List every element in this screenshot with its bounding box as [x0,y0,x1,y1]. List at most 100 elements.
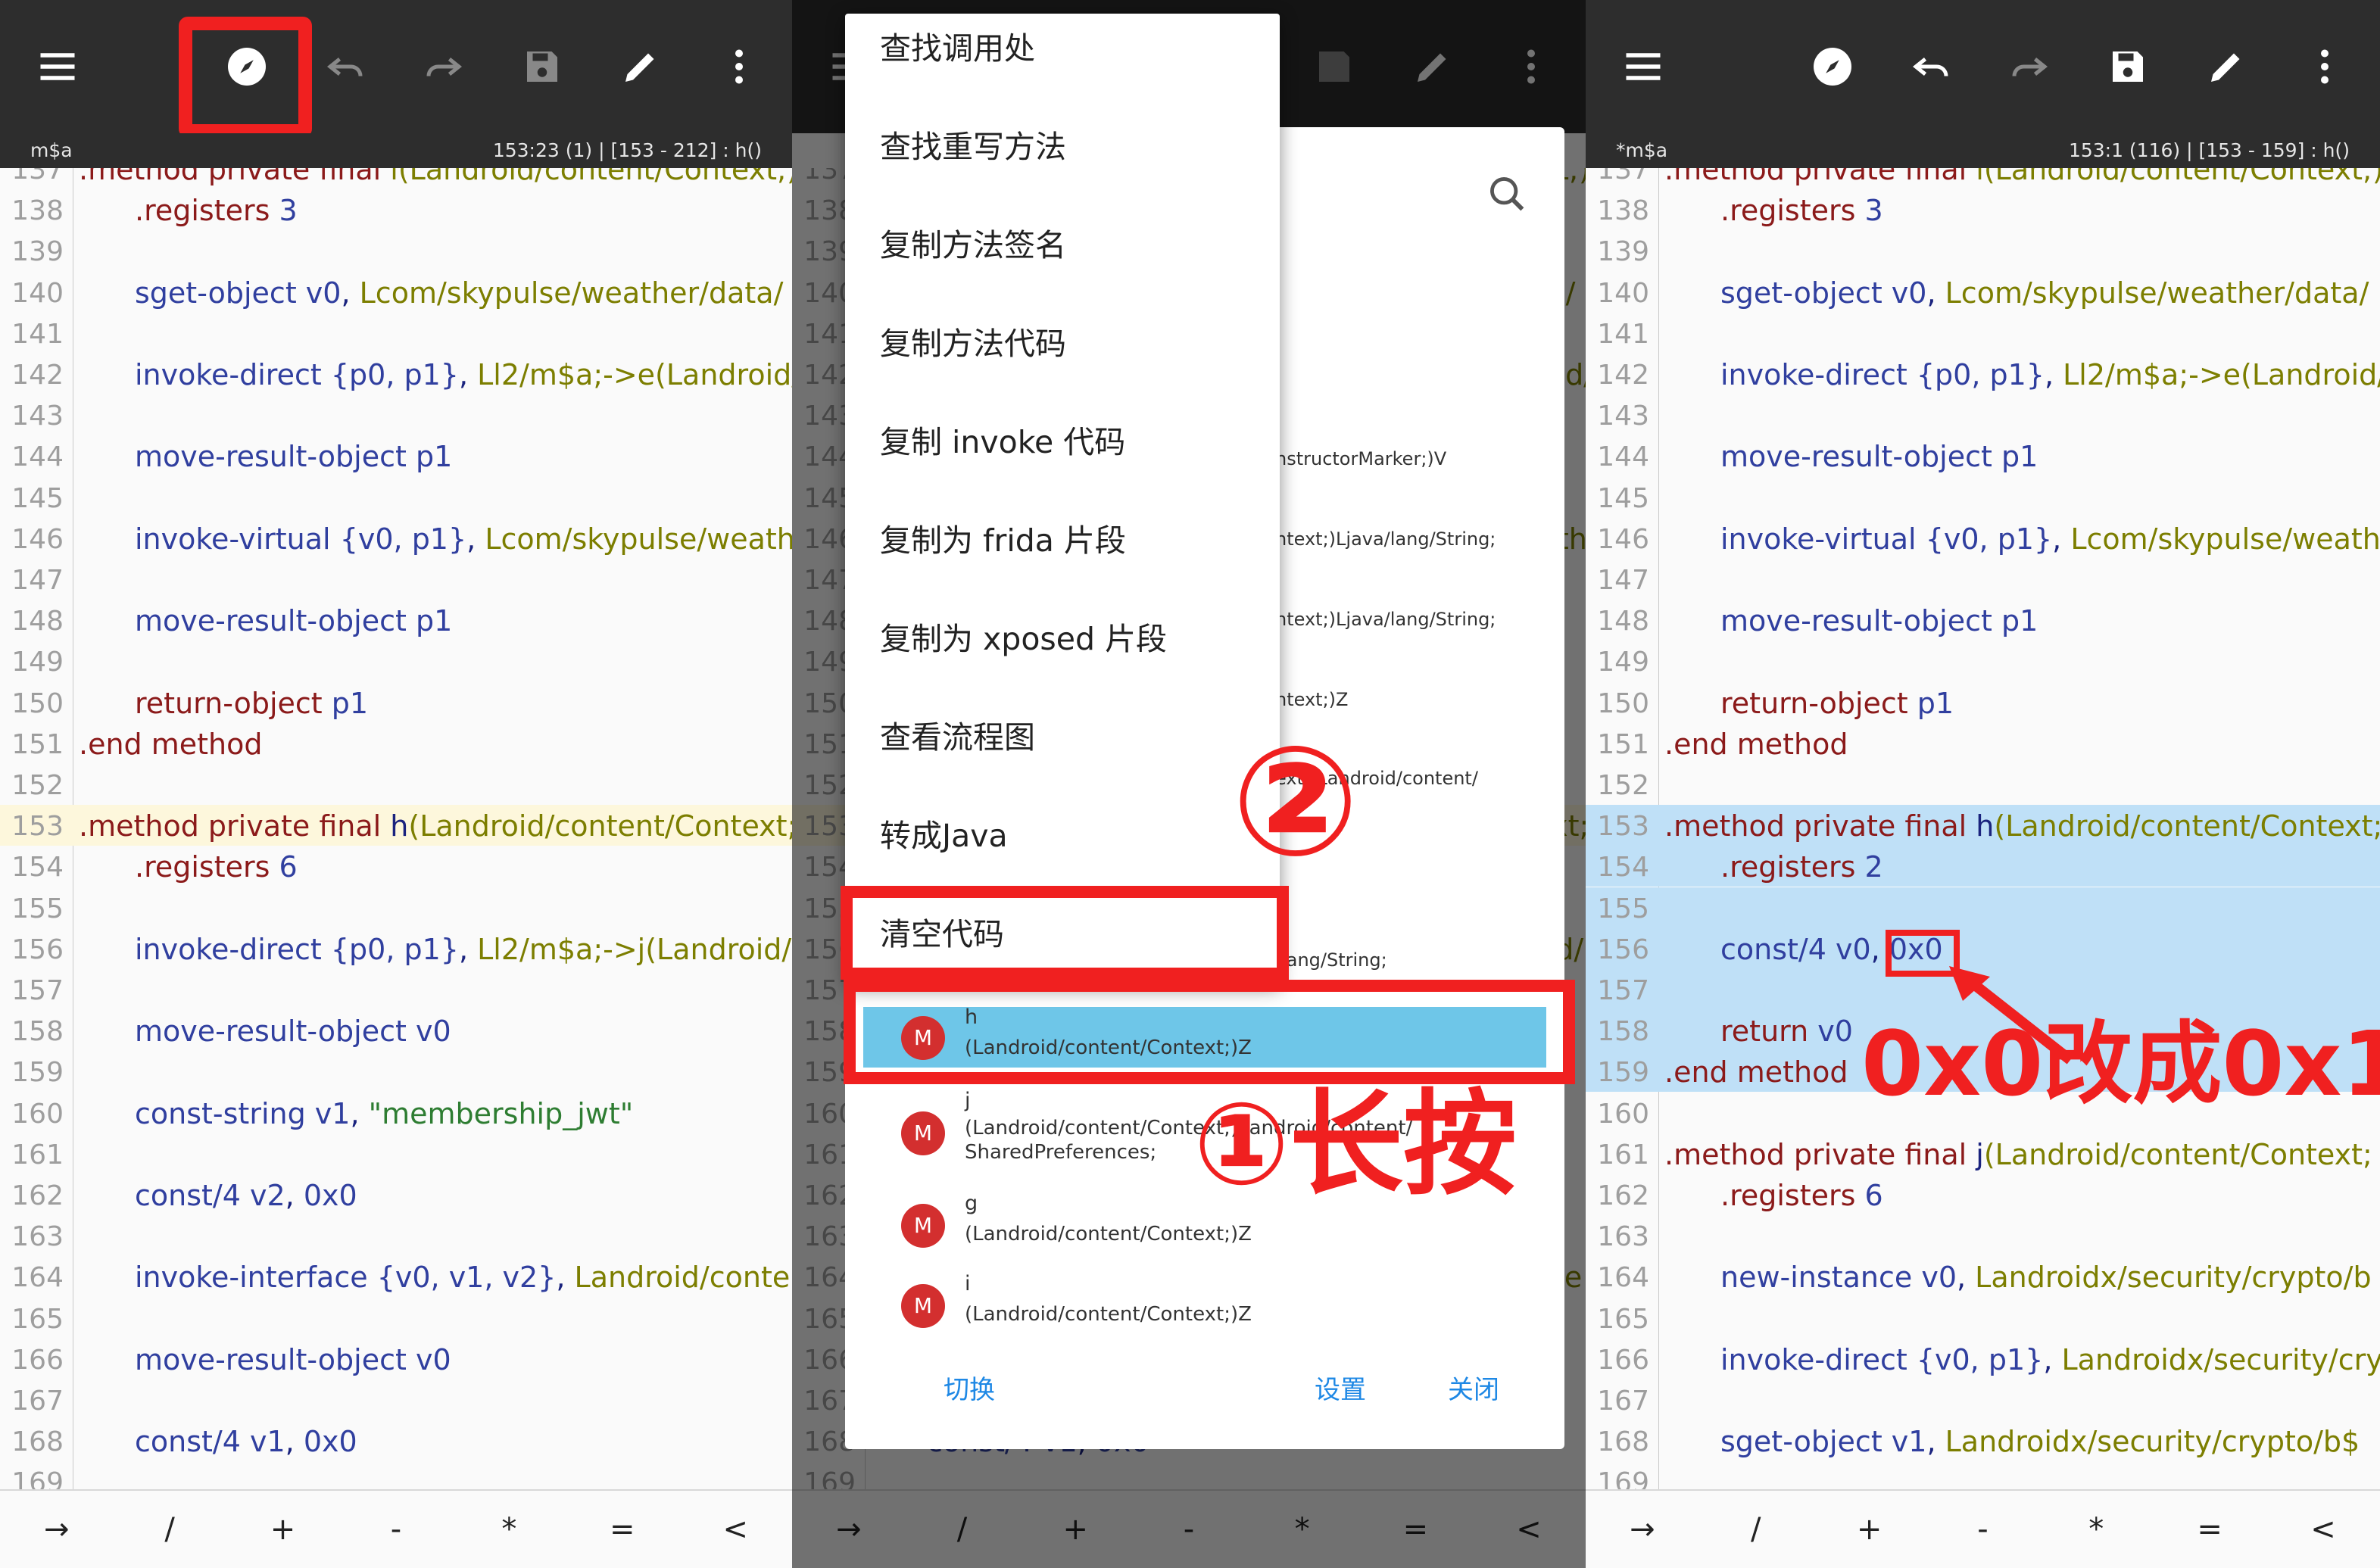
code-line[interactable]: 147 [1586,559,2380,600]
code-line[interactable]: 165 [1586,1298,2380,1339]
code-line[interactable]: 142 invoke-direct {p0, p1}, Ll2/m$a;->e(L… [1586,354,2380,394]
code-line[interactable]: 158 move-result-object v0 [0,1010,792,1051]
code-line[interactable]: 155 [1586,887,2380,928]
code-line[interactable]: 144 move-result-object p1 [0,435,792,476]
key-button[interactable]: - [1956,1512,2009,1547]
code-line[interactable]: 168 sget-object v1, Landroidx/security/cr… [1586,1420,2380,1461]
code-line[interactable]: 164 new-instance v0, Landroidx/security/c… [1586,1256,2380,1297]
code-line[interactable]: 163 [1586,1215,2380,1256]
compass-icon[interactable] [1802,36,1863,97]
code-line[interactable]: 161 [0,1133,792,1174]
menu-item-copy-code[interactable]: 复制方法代码 [880,318,1066,363]
code-line[interactable]: 168 const/4 v1, 0x0 [0,1420,792,1461]
code-line[interactable]: 162 const/4 v2, 0x0 [0,1174,792,1215]
code-line[interactable]: 159 [0,1051,792,1092]
code-line[interactable]: 137 .method private final i(Landroid/cont… [0,168,792,189]
key-button[interactable]: + [257,1512,310,1547]
key-button[interactable]: / [143,1512,196,1547]
menu-item-copy-signature[interactable]: 复制方法签名 [880,220,1066,265]
undo-icon[interactable] [1901,36,1961,97]
code-line[interactable]: 167 [0,1379,792,1420]
code-line[interactable]: 166 move-result-object v0 [0,1339,792,1379]
code-line[interactable]: 148 move-result-object p1 [1586,600,2380,641]
edit-icon[interactable] [610,36,671,97]
code-line[interactable]: 149 [1586,641,2380,681]
code-line[interactable]: 151 .end method [1586,723,2380,764]
code-line[interactable]: 147 [0,559,792,600]
code-line[interactable]: 145 [1586,477,2380,518]
menu-item-flowchart[interactable]: 查看流程图 [880,712,1035,757]
code-line[interactable]: 155 [0,887,792,928]
key-button[interactable]: * [482,1512,535,1547]
code-line[interactable]: 150 return-object p1 [0,682,792,723]
code-line[interactable]: 164 invoke-interface {v0, v1, v2}, Landro… [0,1256,792,1297]
search-icon[interactable] [1486,173,1530,220]
key-button[interactable]: < [709,1512,762,1547]
key-button[interactable]: → [1616,1512,1669,1547]
code-line[interactable]: 146 invoke-virtual {v0, p1}, Lcom/skypuls… [1586,518,2380,559]
code-line[interactable]: 163 [0,1215,792,1256]
settings-button[interactable]: 设置 [1315,1369,1366,1406]
key-button[interactable]: → [30,1512,83,1547]
menu-item-copy-invoke[interactable]: 复制 invoke 代码 [880,416,1125,462]
key-button[interactable]: + [1843,1512,1896,1547]
code-line[interactable]: 144 move-result-object p1 [1586,435,2380,476]
key-button[interactable]: * [2070,1512,2123,1547]
key-button[interactable]: - [370,1512,423,1547]
edit-icon[interactable] [2196,36,2257,97]
code-line[interactable]: 154 .registers 6 [0,846,792,887]
menu-item-copy-xposed[interactable]: 复制为 xposed 片段 [880,613,1167,659]
code-line[interactable]: 138 .registers 3 [0,189,792,230]
code-line[interactable]: 153 .method private final h(Landroid/cont… [1586,805,2380,846]
code-line[interactable]: 156 invoke-direct {p0, p1}, Ll2/m$a;->j(L… [0,928,792,969]
key-button[interactable]: < [2297,1512,2350,1547]
code-line[interactable]: 152 [0,764,792,805]
close-button[interactable]: 关闭 [1448,1369,1499,1406]
code-editor[interactable]: 137 .method private final i(Landroid/cont… [1586,168,2380,1489]
switch-button[interactable]: 切换 [944,1369,995,1406]
code-line[interactable]: 148 move-result-object p1 [0,600,792,641]
code-line[interactable]: 161 .method private final j(Landroid/cont… [1586,1133,2380,1174]
key-button[interactable]: = [2183,1512,2236,1547]
code-line[interactable]: 157 [0,969,792,1010]
method-item-i[interactable]: M i (Landroid/content/Context;)Z [845,1264,1564,1345]
save-icon[interactable] [2098,36,2158,97]
code-line[interactable]: 152 [1586,764,2380,805]
code-line[interactable]: 139 [0,230,792,271]
menu-item-copy-frida[interactable]: 复制为 frida 片段 [880,515,1126,560]
code-line[interactable]: 165 [0,1298,792,1339]
code-line[interactable]: 141 [0,313,792,354]
redo-icon[interactable] [1999,36,2060,97]
key-button[interactable]: = [596,1512,649,1547]
code-line[interactable]: 149 [0,641,792,681]
menu-item-find-callers[interactable]: 查找调用处 [880,23,1035,68]
code-line[interactable]: 141 [1586,313,2380,354]
code-line[interactable]: 138 .registers 3 [1586,189,2380,230]
code-line[interactable]: 166 invoke-direct {v0, p1}, Landroidx/sec… [1586,1339,2380,1379]
menu-item-find-overrides[interactable]: 查找重写方法 [880,121,1066,167]
code-line[interactable]: 142 invoke-direct {p0, p1}, Ll2/m$a;->e(L… [0,354,792,394]
code-line[interactable]: 140 sget-object v0, Lcom/skypulse/weather… [1586,272,2380,313]
code-line[interactable]: 151 .end method [0,723,792,764]
menu-icon[interactable] [27,36,88,97]
more-icon[interactable] [2294,36,2355,97]
code-line[interactable]: 146 invoke-virtual {v0, p1}, Lcom/skypuls… [0,518,792,559]
code-line[interactable]: 140 sget-object v0, Lcom/skypulse/weather… [0,272,792,313]
code-line[interactable]: 169 [1586,1461,2380,1489]
code-editor[interactable]: 137 .method private final i(Landroid/cont… [0,168,792,1489]
code-line[interactable]: 137 .method private final i(Landroid/cont… [1586,168,2380,189]
more-icon[interactable] [709,36,769,97]
code-line[interactable]: 139 [1586,230,2380,271]
code-line[interactable]: 153 .method private final h(Landroid/cont… [0,805,792,846]
code-line[interactable]: 154 .registers 2 [1586,846,2380,887]
code-line[interactable]: 143 [0,394,792,435]
code-line[interactable]: 167 [1586,1379,2380,1420]
redo-icon[interactable] [413,36,474,97]
code-line[interactable]: 143 [1586,394,2380,435]
menu-item-to-java[interactable]: 转成Java [880,810,1008,856]
key-button[interactable]: / [1730,1512,1783,1547]
code-line[interactable]: 160 const-string v1, "membership_jwt" [0,1093,792,1133]
undo-icon[interactable] [315,36,376,97]
code-line[interactable]: 145 [0,477,792,518]
code-line[interactable]: 150 return-object p1 [1586,682,2380,723]
